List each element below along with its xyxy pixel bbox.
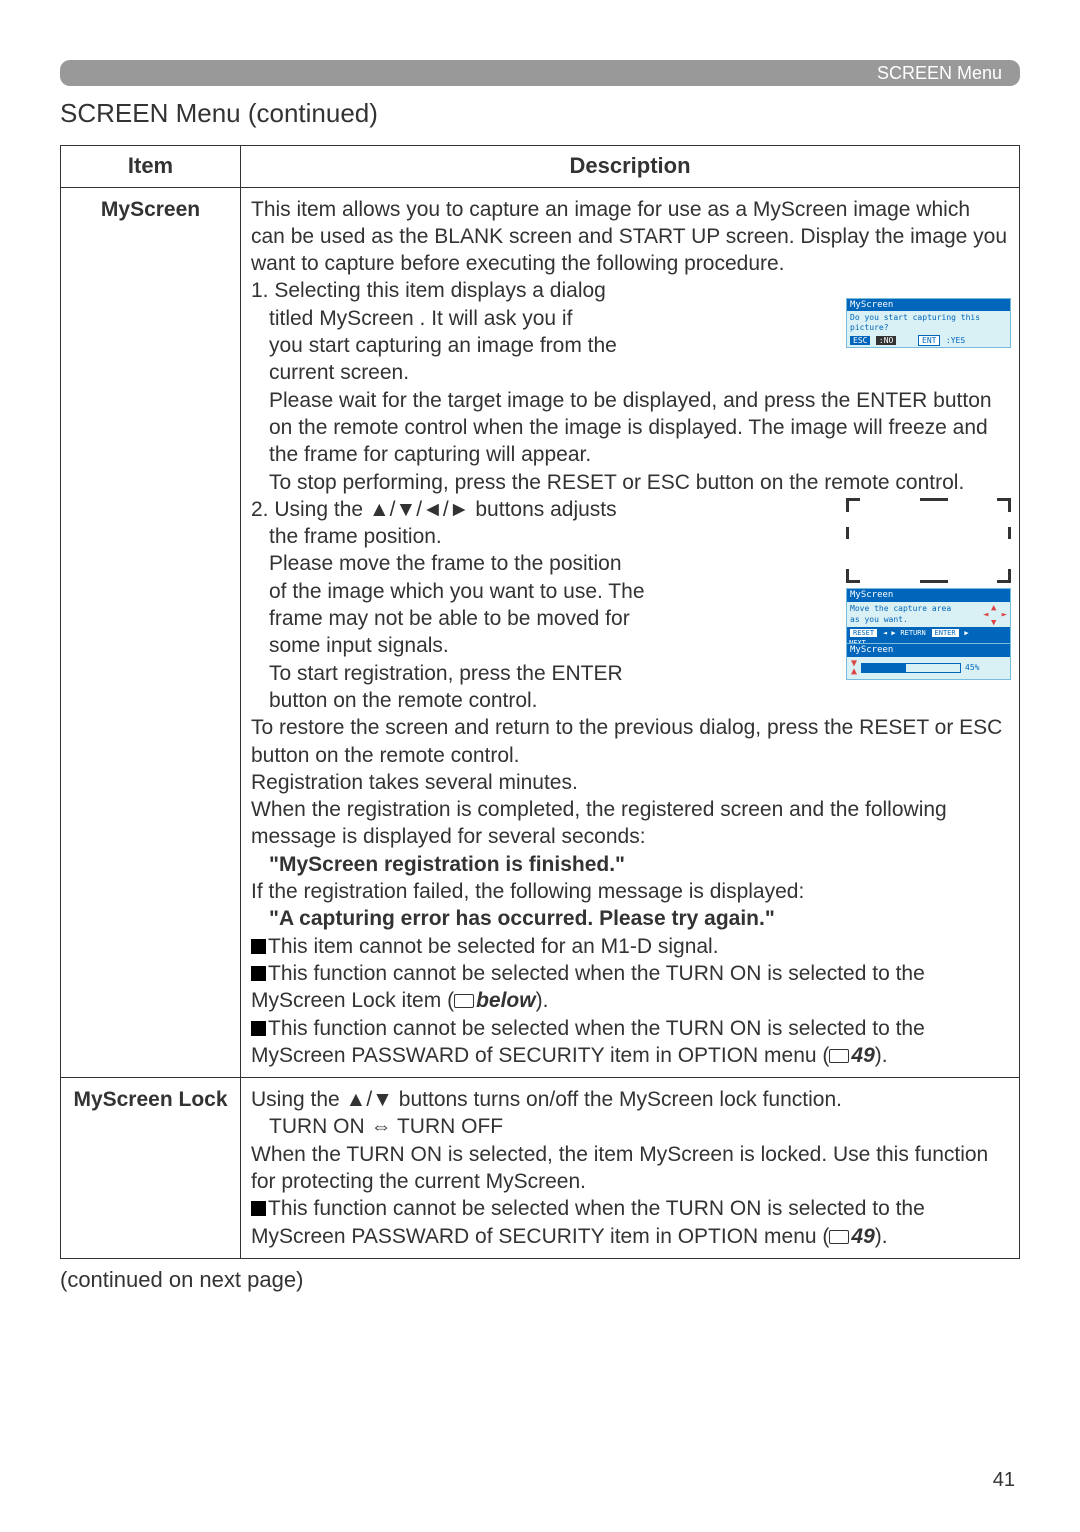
restore-note: To restore the screen and return to the … bbox=[251, 714, 1009, 769]
bullet-icon bbox=[251, 966, 266, 981]
header-bar: SCREEN Menu bbox=[60, 60, 1020, 86]
row-desc-myscreen: MyScreen Do you start capturing this pic… bbox=[241, 187, 1020, 1078]
reg-time-note: Registration takes several minutes. bbox=[251, 769, 1009, 796]
note-lock: This function cannot be selected when th… bbox=[251, 960, 1009, 1015]
step2-line: To start registration, press the ENTER bbox=[251, 660, 681, 687]
dialog-body: ▼▲ 45% bbox=[847, 657, 1010, 679]
step2-line: 2. Using the ▲/▼/◄/► buttons adjusts bbox=[251, 496, 681, 523]
col-header-item: Item bbox=[61, 146, 241, 188]
hourglass-icon: ▼▲ bbox=[851, 660, 857, 676]
dialog-title: MyScreen bbox=[847, 299, 1010, 312]
lock-line2: When the TURN ON is selected, the item M… bbox=[251, 1141, 1009, 1196]
section-title: SCREEN Menu (continued) bbox=[60, 98, 1020, 129]
note-password: This function cannot be selected when th… bbox=[251, 1015, 1009, 1070]
row-item-myscreen-lock: MyScreen Lock bbox=[61, 1078, 241, 1259]
reset-button: RESET bbox=[849, 628, 878, 638]
enter-button: ENTER bbox=[931, 628, 960, 638]
manual-icon bbox=[454, 994, 474, 1008]
lock-line1: Using the ▲/▼ buttons turns on/off the M… bbox=[251, 1086, 1009, 1113]
dialog-move-capture: MyScreen ▲▼◄► Move the capture area as y… bbox=[846, 588, 1011, 651]
bullet-icon bbox=[251, 939, 266, 954]
row-desc-myscreen-lock: Using the ▲/▼ buttons turns on/off the M… bbox=[241, 1078, 1020, 1259]
manual-icon bbox=[829, 1230, 849, 1244]
reg-fail-intro: If the registration failed, the followin… bbox=[251, 878, 1009, 905]
ent-button: ENT bbox=[918, 335, 940, 346]
manual-icon bbox=[829, 1049, 849, 1063]
dialog-title: MyScreen bbox=[847, 644, 1010, 658]
dialog-myscreen-confirm: MyScreen Do you start capturing this pic… bbox=[846, 298, 1011, 349]
continued-note: (continued on next page) bbox=[60, 1267, 1020, 1293]
header-menu-label: SCREEN Menu bbox=[877, 63, 1002, 84]
step1-detail: Please wait for the target image to be d… bbox=[251, 387, 1009, 469]
table-row: MyScreen Lock Using the ▲/▼ buttons turn… bbox=[61, 1078, 1020, 1259]
step1-line: 1. Selecting this item displays a dialog bbox=[251, 277, 681, 304]
reg-fail-msg: "A capturing error has occurred. Please … bbox=[251, 905, 1009, 932]
table-row: MyScreen MyScreen Do you start capturing… bbox=[61, 187, 1020, 1078]
step1-stop: To stop performing, press the RESET or E… bbox=[251, 469, 1009, 496]
dialog-title: MyScreen bbox=[847, 589, 1010, 603]
dialog-body-2: as you want. bbox=[850, 615, 908, 624]
esc-button: ESC bbox=[850, 336, 870, 345]
dialog-body-1: Move the capture area bbox=[850, 604, 951, 613]
bullet-icon bbox=[251, 1021, 266, 1036]
step1-line: current screen. bbox=[251, 359, 681, 386]
bullet-icon bbox=[251, 1201, 266, 1216]
arrow-pad-icon: ▲▼◄► bbox=[984, 605, 1006, 627]
progress-percent: 45% bbox=[965, 663, 979, 673]
desc-intro: This item allows you to capture an image… bbox=[251, 196, 1009, 278]
step1-line: titled MyScreen . It will ask you if bbox=[251, 305, 681, 332]
reg-done-msg: "MyScreen registration is finished." bbox=[251, 851, 1009, 878]
dialog-progress: MyScreen ▼▲ 45% bbox=[846, 643, 1011, 681]
yes-label: :YES bbox=[946, 336, 965, 345]
step2-line: frame may not be able to be moved for bbox=[251, 605, 681, 632]
menu-table: Item Description MyScreen MyScreen Do yo… bbox=[60, 145, 1020, 1259]
dialog-body: ▲▼◄► Move the capture area as you want. bbox=[847, 602, 1010, 627]
col-header-description: Description bbox=[241, 146, 1020, 188]
progress-bar bbox=[861, 663, 961, 673]
lock-note-password: This function cannot be selected when th… bbox=[251, 1195, 1009, 1250]
step2-line: some input signals. bbox=[251, 632, 681, 659]
crop-frame-graphic bbox=[846, 498, 1011, 583]
page-number: 41 bbox=[993, 1469, 1015, 1492]
dialog-body: Do you start capturing this picture? bbox=[847, 311, 1010, 334]
reg-done-intro: When the registration is completed, the … bbox=[251, 796, 1009, 851]
lock-toggle: TURN ON ⇔ TURN OFF bbox=[251, 1113, 1009, 1140]
step1-line: you start capturing an image from the bbox=[251, 332, 681, 359]
no-button: :NO bbox=[876, 336, 896, 345]
row-item-myscreen: MyScreen bbox=[61, 187, 241, 1078]
dialog-footer: ESC :NO ENT :YES bbox=[847, 335, 1010, 348]
step2-line: of the image which you want to use. The bbox=[251, 578, 681, 605]
note-m1d: This item cannot be selected for an M1-D… bbox=[251, 933, 1009, 960]
step2-line: Please move the frame to the position bbox=[251, 550, 681, 577]
step2-line: button on the remote control. bbox=[251, 687, 681, 714]
step2-line: the frame position. bbox=[251, 523, 681, 550]
return-label: RETURN bbox=[900, 629, 925, 637]
